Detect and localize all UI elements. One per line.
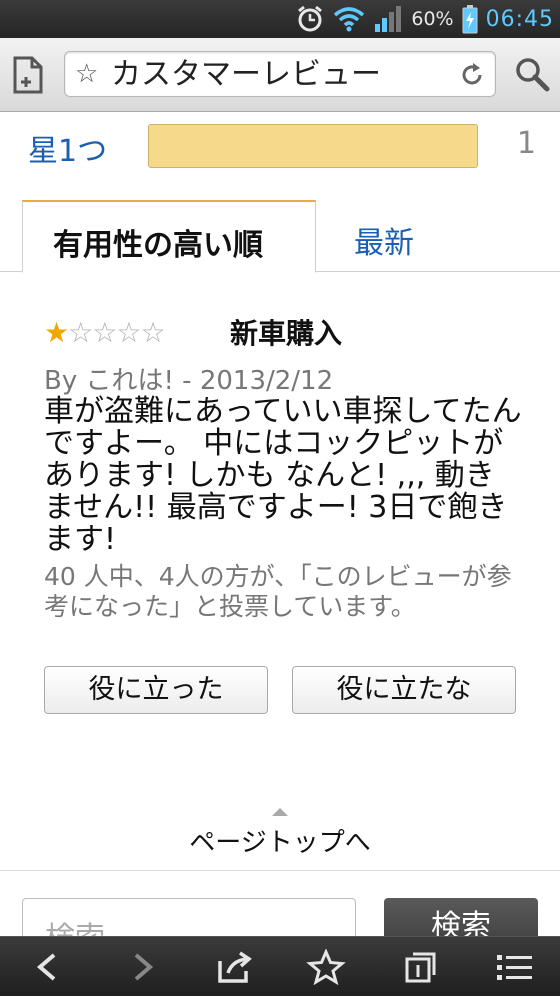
star-rating: ★☆☆☆☆: [44, 316, 166, 350]
page-title: カスタマーレビュー: [111, 57, 381, 92]
signal-icon: [375, 6, 402, 32]
alarm-icon: [298, 5, 323, 32]
browser-toolbar: ☆ カスタマーレビュー: [0, 38, 560, 112]
star-empty-icon: ☆: [140, 316, 165, 349]
star-empty-icon: ☆: [116, 316, 141, 349]
share-icon[interactable]: [214, 949, 254, 985]
star-filled-icon: ★: [44, 316, 69, 349]
up-arrow-icon: [272, 808, 288, 816]
review-title: 新車購入: [230, 317, 343, 350]
sort-tabs: 有用性の高い順 最新: [0, 200, 560, 273]
battery-charging-icon: [462, 5, 478, 34]
not-helpful-button[interactable]: 役に立たな: [292, 666, 516, 714]
battery-percent: 60%: [411, 8, 454, 30]
page-top-label[interactable]: ページトップへ: [0, 822, 560, 859]
bookmark-icon[interactable]: [306, 949, 346, 985]
address-bar[interactable]: ☆ カスタマーレビュー: [64, 51, 496, 97]
search-icon[interactable]: [514, 56, 550, 92]
status-icons: 60% 06:45: [295, 0, 560, 38]
menu-icon[interactable]: [494, 949, 534, 985]
rating-count: 1: [516, 126, 536, 161]
tabs-icon[interactable]: [400, 949, 440, 985]
star-empty-icon: ☆: [92, 316, 117, 349]
star-empty-icon: ☆: [68, 316, 93, 349]
wifi-icon: [334, 7, 365, 32]
browser-bottom-bar: [0, 936, 560, 996]
review-meta: By これは! - 2013/2/12: [44, 366, 334, 396]
back-icon[interactable]: [28, 949, 68, 985]
review-body: 車が盗難にあっていい車探してたんですよー。 中にはコックピットがあります! しか…: [44, 394, 522, 557]
new-tab-icon[interactable]: [12, 56, 44, 94]
divider: [0, 870, 560, 871]
tab-helpful-label: 有用性の高い順: [53, 228, 263, 263]
clock: 06:45: [485, 6, 554, 32]
tab-newest[interactable]: 最新: [354, 218, 414, 262]
status-bar: 60% 06:45: [0, 0, 560, 38]
rating-bar: [148, 124, 478, 168]
rating-label[interactable]: 星1つ: [28, 126, 107, 170]
rating-summary-row[interactable]: 星1つ 1: [0, 112, 560, 182]
bookmark-star-icon[interactable]: ☆: [75, 60, 98, 88]
reload-icon[interactable]: [459, 62, 485, 88]
helpful-button[interactable]: 役に立った: [44, 666, 268, 714]
tab-helpful[interactable]: 有用性の高い順: [22, 200, 316, 273]
forward-icon[interactable]: [122, 949, 162, 985]
helpful-votes-text: 40 人中、4人の方が、「このレビューが参考になった」と投票しています。: [44, 562, 512, 621]
